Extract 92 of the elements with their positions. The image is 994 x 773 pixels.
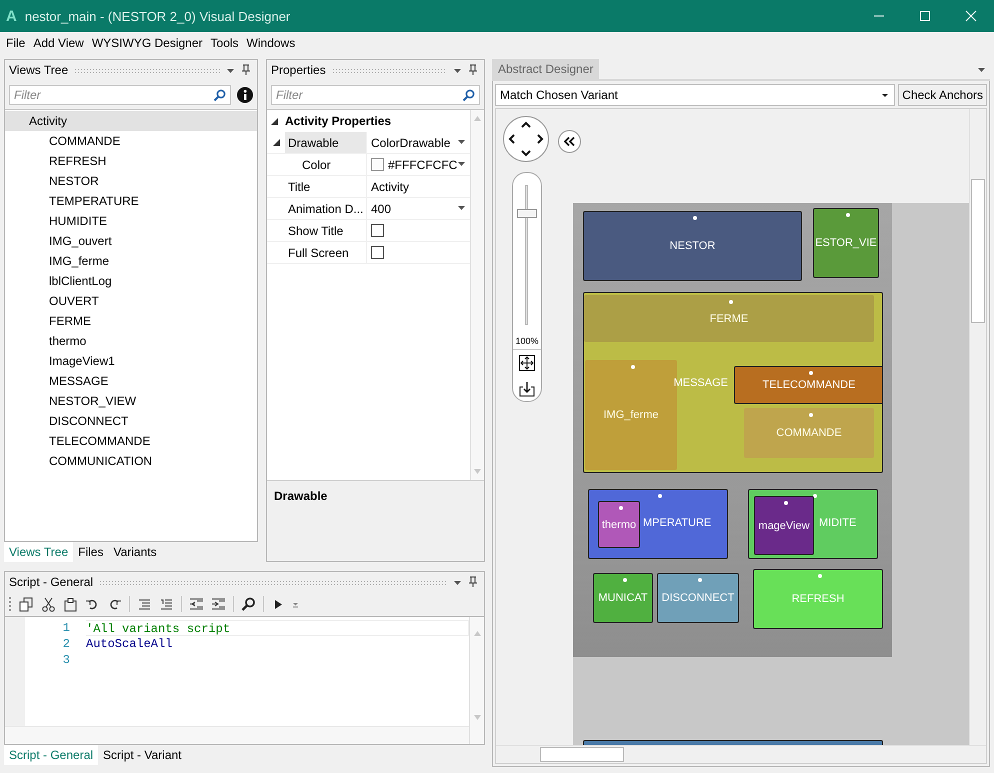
property-name[interactable]: Title	[288, 180, 310, 194]
dropdown-icon[interactable]	[292, 600, 299, 608]
search-icon	[213, 89, 226, 102]
property-value[interactable]: Activity	[371, 180, 410, 194]
color-swatch[interactable]	[371, 158, 384, 171]
scrollbar[interactable]	[496, 745, 986, 763]
view-box[interactable]: NESTOR	[583, 211, 802, 281]
info-icon[interactable]	[237, 87, 253, 103]
outdent-icon[interactable]	[189, 596, 204, 612]
panel-tab[interactable]: Script - Variant	[98, 745, 186, 765]
property-name[interactable]: Animation D...	[288, 202, 364, 216]
collapse-icon[interactable]	[271, 118, 278, 124]
close-icon[interactable]	[965, 10, 977, 22]
property-name[interactable]: Color	[302, 158, 331, 172]
view-box[interactable]: mageView	[754, 496, 814, 555]
numbered-list-icon[interactable]	[159, 596, 174, 612]
tree-item[interactable]: OUVERT	[5, 291, 257, 311]
filter-field[interactable]: Filter	[271, 85, 480, 105]
panel-tab[interactable]: Files	[73, 542, 108, 562]
fit-icon[interactable]	[519, 355, 535, 371]
tree-item[interactable]: NESTOR	[5, 171, 257, 191]
indent-icon[interactable]	[211, 596, 226, 612]
panel-tab[interactable]: Variants	[108, 542, 162, 562]
view-box[interactable]: thermo	[598, 501, 640, 548]
line-number: 1	[62, 620, 71, 636]
panel-title: Views Tree	[9, 63, 68, 77]
tree-item[interactable]: Activity	[5, 111, 257, 131]
scrollbar[interactable]	[969, 109, 986, 745]
search-icon[interactable]	[241, 596, 256, 612]
line-number: 3	[62, 652, 71, 668]
panel-tab[interactable]: Script - General	[4, 745, 98, 765]
collapse-icon[interactable]	[272, 139, 280, 146]
tree-item[interactable]: ImageView1	[5, 351, 257, 371]
line-number: 2	[62, 636, 71, 652]
tree-item[interactable]: HUMIDITE	[5, 211, 257, 231]
download-icon[interactable]	[519, 381, 535, 397]
view-box[interactable]: mageView MIDITE	[748, 489, 878, 559]
tree-item[interactable]: TEMPERATURE	[5, 191, 257, 211]
menu-item[interactable]: Windows	[242, 36, 300, 50]
tree-item[interactable]: FERME	[5, 311, 257, 331]
property-dropdown[interactable]: ColorDrawable	[371, 136, 470, 150]
search-icon	[462, 89, 475, 102]
view-box[interactable]: TELECOMMANDE	[734, 366, 882, 404]
property-dropdown[interactable]: #FFFCFCFC	[388, 158, 470, 172]
menu-item[interactable]: Add View	[29, 36, 88, 50]
tree-item[interactable]: TELECOMMANDE	[5, 431, 257, 451]
checkbox[interactable]	[371, 246, 384, 259]
variant-dropdown[interactable]: Match Chosen Variant	[495, 84, 896, 106]
panel-tab[interactable]: Views Tree	[4, 542, 74, 562]
cut-icon[interactable]	[41, 596, 56, 612]
code-line: AutoScaleAll	[86, 637, 172, 651]
tree-item[interactable]: REFRESH	[5, 151, 257, 171]
tree-item[interactable]: COMMANDE	[5, 131, 257, 151]
scrollbar[interactable]	[5, 726, 469, 744]
navigation-pad[interactable]	[503, 116, 549, 162]
menu-item[interactable]: WYSIWYG Designer	[88, 36, 207, 50]
pin-icon[interactable]	[468, 576, 478, 588]
menu-item[interactable]: Tools	[206, 36, 243, 50]
panel-title: Properties	[271, 63, 326, 77]
paste-icon[interactable]	[63, 596, 78, 612]
tree-item[interactable]: lblClientLog	[5, 271, 257, 291]
tree-item[interactable]: IMG_ferme	[5, 251, 257, 271]
view-box[interactable]: thermo MPERATURE	[588, 489, 728, 559]
list-icon[interactable]	[137, 596, 152, 612]
menu-item[interactable]: File	[2, 36, 30, 50]
collapse-button[interactable]	[558, 130, 581, 153]
app-logo: A	[6, 8, 17, 24]
window-title: nestor_main - (NESTOR 2_0) Visual Designer	[24, 8, 292, 24]
property-name[interactable]: Full Screen	[288, 246, 349, 260]
double-chevron-icon	[564, 137, 575, 146]
tree-item[interactable]: NESTOR_VIEW	[5, 391, 257, 411]
tree-item[interactable]: thermo	[5, 331, 257, 351]
property-description: Drawable	[267, 480, 484, 561]
code-line: 'All variants script	[86, 622, 230, 636]
category-label: Activity Properties	[285, 114, 392, 128]
tree-item[interactable]: MESSAGE	[5, 371, 257, 391]
maximize-icon[interactable]	[919, 10, 931, 22]
pin-icon[interactable]	[468, 64, 478, 76]
tree-item[interactable]: DISCONNECT	[5, 411, 257, 431]
check-anchors-button[interactable]: Check Anchors	[898, 84, 987, 106]
view-box[interactable]: FERME IMG_ferme TELECOMMANDE COMMANDE MESSAGE	[583, 292, 883, 473]
designer-tab[interactable]: Abstract Designer	[492, 59, 600, 79]
tree-item[interactable]: IMG_ouvert	[5, 231, 257, 251]
property-name[interactable]: Show Title	[288, 224, 344, 238]
zoom-reading: 100%	[513, 336, 541, 350]
checkbox[interactable]	[371, 224, 384, 237]
pin-icon[interactable]	[241, 64, 251, 76]
panel-title: Script - General	[9, 575, 94, 589]
tree-item[interactable]: COMMUNICATION	[5, 451, 257, 471]
filter-field[interactable]: Filter	[9, 85, 231, 105]
copy-icon[interactable]	[19, 596, 34, 612]
property-dropdown[interactable]: 400	[371, 202, 470, 216]
